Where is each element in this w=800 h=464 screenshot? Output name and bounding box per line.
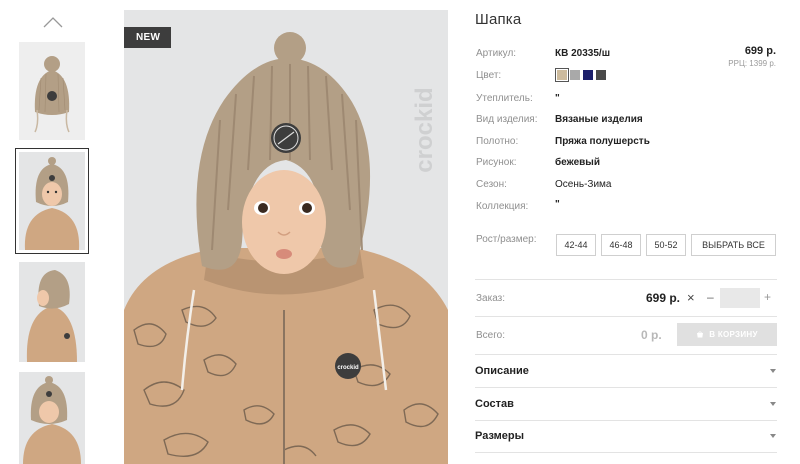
- add-to-cart-label: В КОРЗИНУ: [709, 330, 758, 339]
- divider: [475, 316, 777, 317]
- add-to-cart-button[interactable]: В КОРЗИНУ: [677, 323, 777, 346]
- quantity-increase-button[interactable]: +: [764, 290, 771, 304]
- attr-value-type: Вязаные изделия: [555, 114, 643, 125]
- size-option-50-52[interactable]: 50-52: [646, 234, 686, 256]
- attr-value-season: Осень-Зима: [555, 179, 612, 190]
- divider: [475, 452, 777, 453]
- svg-text:crockid: crockid: [337, 365, 359, 371]
- thumbnail-4[interactable]: [19, 372, 85, 464]
- order-price: 699 р.: [646, 291, 681, 305]
- size-label: Рост/размер:: [476, 234, 537, 245]
- attr-label-season: Сезон:: [476, 179, 507, 190]
- attr-label-insulation: Утеплитель:: [476, 93, 533, 104]
- accordion-description[interactable]: Описание: [475, 365, 529, 377]
- attr-value-pattern: бежевый: [555, 157, 600, 168]
- attr-label-fabric: Полотно:: [476, 136, 519, 147]
- accordion-composition[interactable]: Состав: [475, 398, 514, 410]
- order-label: Заказ:: [476, 293, 506, 304]
- thumbnail-1[interactable]: [19, 42, 85, 140]
- brand-watermark: crockid: [411, 87, 438, 172]
- attr-label-pattern: Рисунок:: [476, 157, 517, 168]
- size-option-42-44[interactable]: 42-44: [556, 234, 596, 256]
- attr-label-color: Цвет:: [476, 70, 502, 81]
- divider: [475, 420, 777, 421]
- thumbnail-2[interactable]: [15, 148, 89, 254]
- divider: [475, 354, 777, 355]
- quantity-input[interactable]: [720, 288, 760, 308]
- quantity-decrease-button[interactable]: –: [707, 290, 714, 304]
- accordion-sizes[interactable]: Размеры: [475, 430, 524, 442]
- attr-value-fabric: Пряжа полушерсть: [555, 136, 650, 147]
- color-swatch-gray[interactable]: [570, 70, 580, 80]
- child-side-thumbnail-image: [19, 262, 85, 362]
- color-swatch-beige[interactable]: [555, 68, 569, 82]
- attr-value-collection: ": [555, 199, 560, 210]
- attr-label-article: Артикул:: [476, 48, 517, 59]
- attr-label-type: Вид изделия:: [476, 114, 538, 125]
- select-all-sizes-button[interactable]: ВЫБРАТЬ ВСЕ: [691, 234, 776, 256]
- attr-value-insulation: ": [555, 93, 560, 104]
- main-product-image[interactable]: crockid crockid NEW: [124, 10, 448, 464]
- attr-label-collection: Коллекция:: [476, 201, 529, 212]
- attr-value-article: КВ 20335/ш: [555, 48, 611, 59]
- times-icon: ×: [687, 290, 695, 305]
- thumbnail-3[interactable]: [19, 262, 85, 362]
- size-option-46-48[interactable]: 46-48: [601, 234, 641, 256]
- cart-icon: [697, 330, 704, 337]
- chevron-up-icon[interactable]: [42, 14, 64, 30]
- divider: [475, 279, 777, 280]
- hat-thumbnail-image: [19, 42, 85, 140]
- child-in-hat-photo: crockid crockid: [124, 10, 448, 464]
- total-value: 0 р.: [641, 328, 662, 342]
- total-label: Всего:: [476, 330, 505, 341]
- color-swatch-navy[interactable]: [583, 70, 593, 80]
- chevron-down-icon[interactable]: [770, 402, 776, 406]
- child-front-thumbnail-image: [19, 372, 85, 464]
- divider: [475, 387, 777, 388]
- new-badge: NEW: [124, 27, 172, 48]
- child-front-thumbnail-image: [19, 152, 85, 250]
- chevron-down-icon[interactable]: [770, 434, 776, 438]
- product-price: 699 р.: [744, 45, 776, 57]
- rrp-price: РРЦ: 1399 р.: [728, 59, 776, 68]
- chevron-down-icon[interactable]: [770, 369, 776, 373]
- color-swatch-dark-gray[interactable]: [596, 70, 606, 80]
- product-title: Шапка: [475, 11, 522, 28]
